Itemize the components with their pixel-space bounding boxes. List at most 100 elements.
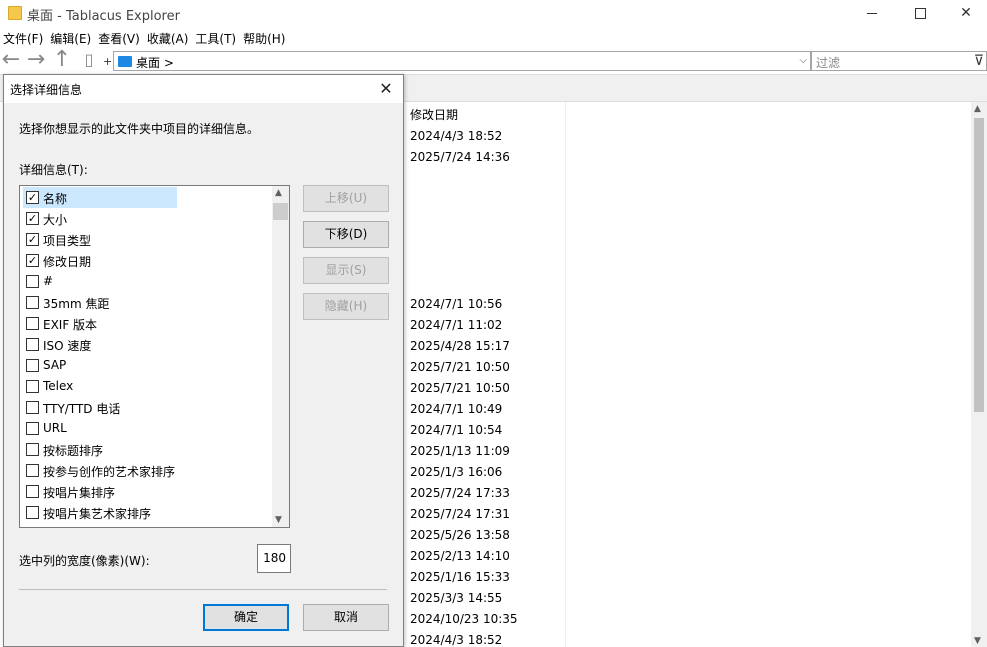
detail-item-label: EXIF 版本 — [43, 318, 98, 332]
detail-item[interactable]: 按标题排序 — [23, 439, 177, 460]
column-width-input[interactable]: 180 — [257, 544, 291, 573]
detail-item[interactable]: 35mm 焦距 — [23, 292, 177, 313]
date-cell[interactable]: 2024/7/1 11:02 — [410, 318, 502, 332]
checkbox[interactable] — [26, 422, 39, 435]
checkbox[interactable]: ✓ — [26, 212, 39, 225]
menu-edit[interactable]: 编辑(E) — [47, 28, 95, 48]
maximize-button[interactable] — [897, 0, 943, 26]
checkbox[interactable] — [26, 338, 39, 351]
date-cell[interactable]: 2025/7/24 17:31 — [410, 507, 510, 521]
menu-help[interactable]: 帮助(H) — [240, 28, 289, 48]
checkbox[interactable]: ✓ — [26, 233, 39, 246]
detail-item[interactable]: ✓ 名称 — [23, 187, 177, 208]
close-icon: ✕ — [960, 5, 972, 21]
menu-view[interactable]: 查看(V) — [95, 28, 144, 48]
checkbox[interactable] — [26, 443, 39, 456]
date-cell[interactable]: 2025/7/21 10:50 — [410, 381, 510, 395]
date-cell[interactable]: 2024/7/1 10:56 — [410, 297, 502, 311]
date-cell[interactable]: 2025/1/13 11:09 — [410, 444, 510, 458]
scroll-up-icon[interactable]: ▲ — [275, 188, 282, 198]
detail-item[interactable]: ✓ 项目类型 — [23, 229, 177, 250]
detail-item[interactable]: Telex — [23, 376, 177, 397]
date-cell[interactable]: 2025/7/24 17:33 — [410, 486, 510, 500]
ok-button[interactable]: 确定 — [203, 604, 289, 631]
date-cell[interactable]: 2025/4/28 15:17 — [410, 339, 510, 353]
detail-item[interactable]: 按唱片集艺术家排序 — [23, 502, 177, 523]
date-cell[interactable]: 2025/2/13 14:10 — [410, 549, 510, 563]
new-tab-button[interactable]: + — [103, 55, 112, 68]
date-cell[interactable]: 2024/7/1 10:54 — [410, 423, 502, 437]
menu-bar: 文件(F) 编辑(E) 查看(V) 收藏(A) 工具(T) 帮助(H) — [0, 28, 289, 48]
back-arrow-icon[interactable]: ← — [0, 49, 22, 73]
scroll-thumb[interactable] — [273, 203, 288, 220]
menu-file[interactable]: 文件(F) — [0, 28, 47, 48]
dialog-title: 选择详细信息 — [10, 83, 83, 97]
detail-item[interactable]: 按参与创作的艺术家排序 — [23, 460, 177, 481]
date-cell[interactable]: 2024/4/3 18:52 — [410, 633, 502, 647]
detail-item[interactable]: 按唱片集排序 — [23, 481, 177, 502]
detail-item[interactable]: ✓ 修改日期 — [23, 250, 177, 271]
move-down-button[interactable]: 下移(D) — [303, 221, 389, 248]
checkbox[interactable] — [26, 296, 39, 309]
forward-arrow-icon[interactable]: → — [25, 49, 47, 73]
address-separator[interactable]: > — [164, 56, 174, 70]
menu-favorites[interactable]: 收藏(A) — [144, 28, 193, 48]
checkbox[interactable] — [26, 464, 39, 477]
filter-input[interactable]: 过滤 ⊽ — [811, 51, 987, 71]
move-up-button[interactable]: 上移(U) — [303, 185, 389, 212]
show-button[interactable]: 显示(S) — [303, 257, 389, 284]
detail-item[interactable]: URL — [23, 418, 177, 439]
date-cell[interactable]: 2024/4/3 18:52 — [410, 129, 502, 143]
checkbox[interactable] — [26, 401, 39, 414]
detail-item[interactable]: SAP — [23, 355, 177, 376]
address-path[interactable]: 桌面 — [136, 56, 160, 70]
checkbox[interactable]: ✓ — [26, 254, 39, 267]
listbox-scrollbar[interactable]: ▲ ▼ — [272, 186, 289, 527]
checkbox[interactable]: ✓ — [26, 191, 39, 204]
checkbox[interactable] — [26, 359, 39, 372]
checkbox[interactable] — [26, 380, 39, 393]
detail-item-label: URL — [43, 421, 67, 435]
date-cell[interactable]: 2025/7/21 10:50 — [410, 360, 510, 374]
date-cell[interactable]: 2024/10/23 10:35 — [410, 612, 518, 626]
menu-tools[interactable]: 工具(T) — [192, 28, 240, 48]
minimize-button[interactable] — [849, 0, 895, 26]
up-arrow-icon[interactable]: ↑ — [51, 49, 73, 73]
detail-item[interactable]: # — [23, 271, 177, 292]
date-cell[interactable]: 2025/1/3 16:06 — [410, 465, 502, 479]
checkbox[interactable] — [26, 485, 39, 498]
chevron-down-icon[interactable]: ⌵ — [799, 55, 807, 66]
tab-icon[interactable]: ▯ — [78, 49, 100, 73]
date-cell[interactable]: 2024/7/1 10:49 — [410, 402, 502, 416]
maximize-icon — [914, 7, 926, 19]
scroll-down-icon[interactable]: ▼ — [974, 636, 981, 646]
date-cell[interactable]: 2025/7/24 14:36 — [410, 150, 510, 164]
detail-item[interactable]: ISO 速度 — [23, 334, 177, 355]
address-bar[interactable]: 桌面 > ⌵ — [113, 51, 811, 71]
detail-item-label: 项目类型 — [43, 234, 92, 248]
details-listbox[interactable]: ✓ 名称 ✓ 大小 ✓ 项目类型 ✓ 修改日期 #35mm 焦距 EXIF 版本 ISO 速度 SAP… — [19, 185, 290, 528]
date-cell[interactable]: 2025/3/3 14:55 — [410, 591, 502, 605]
detail-item-label: SAP — [43, 358, 67, 372]
checkbox[interactable] — [26, 275, 39, 288]
date-cell[interactable]: 2025/5/26 13:58 — [410, 528, 510, 542]
close-button[interactable]: ✕ — [943, 0, 987, 26]
cancel-button[interactable]: 取消 — [303, 604, 389, 631]
column-header-modified[interactable]: 修改日期 — [404, 102, 566, 124]
dialog-close-button[interactable]: ✕ — [375, 78, 397, 100]
detail-item[interactable]: TTY/TTD 电话 — [23, 397, 177, 418]
date-cell[interactable]: 2025/1/16 15:33 — [410, 570, 510, 584]
filter-icon[interactable]: ⊽ — [974, 53, 984, 69]
checkbox[interactable] — [26, 317, 39, 330]
detail-item[interactable]: EXIF 版本 — [23, 313, 177, 334]
list-scrollbar[interactable]: ▲ ▼ — [971, 102, 987, 647]
checkbox[interactable] — [26, 506, 39, 519]
hide-button[interactable]: 隐藏(H) — [303, 293, 389, 320]
scroll-thumb[interactable] — [974, 118, 984, 412]
details-label: 详细信息(T): — [19, 163, 88, 177]
detail-item[interactable]: ✓ 大小 — [23, 208, 177, 229]
scroll-up-icon[interactable]: ▲ — [974, 104, 981, 114]
column-divider — [565, 102, 566, 647]
scroll-down-icon[interactable]: ▼ — [275, 515, 282, 525]
window-title: 桌面 - Tablacus Explorer — [27, 9, 180, 24]
